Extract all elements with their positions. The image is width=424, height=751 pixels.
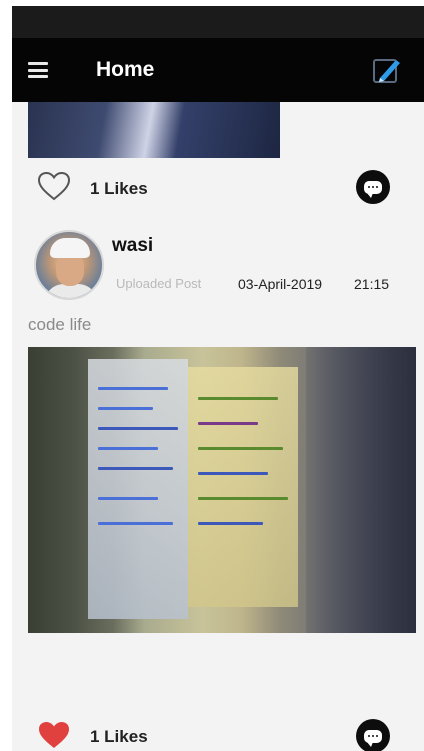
upload-label: Uploaded Post [116,276,202,291]
app-bar: Home [12,38,424,102]
heart-filled-icon[interactable] [36,719,72,751]
previous-post-image[interactable] [28,102,280,158]
status-bar [12,6,424,38]
heart-outline-icon[interactable] [36,170,72,202]
compose-pen-icon[interactable] [370,54,404,88]
hamburger-menu-icon[interactable] [28,62,48,78]
post-caption: code life [28,315,92,334]
post-username[interactable]: wasi [112,235,153,257]
post-image[interactable] [28,347,416,633]
comment-button[interactable] [356,170,390,204]
comment-icon [364,729,382,747]
comment-button[interactable] [356,719,390,751]
page-title: Home [96,58,155,81]
post-time: 21:15 [354,276,390,292]
app-screen: Home 1 Likes wasi Uploaded Post 03-April… [12,6,424,751]
post-date: 03-April-2019 [238,276,323,292]
likes-count: 1 Likes [90,727,148,746]
feed[interactable]: 1 Likes wasi Uploaded Post 03-April-2019… [12,102,424,751]
likes-count: 1 Likes [90,179,148,198]
comment-icon [364,180,382,198]
avatar[interactable] [34,230,104,300]
